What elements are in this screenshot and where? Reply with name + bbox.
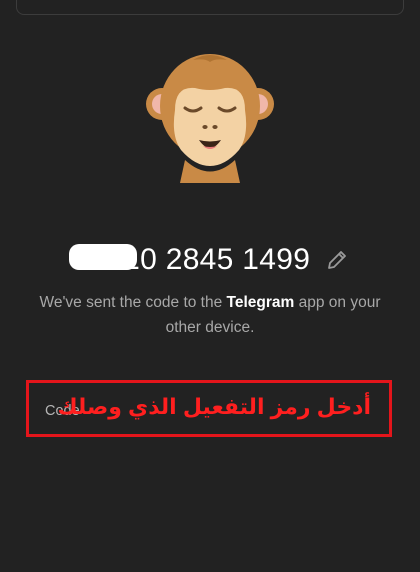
code-sent-message: We've sent the code to the Telegram app … (39, 294, 381, 336)
phone-redaction (69, 244, 138, 270)
phone-number-row: +2010 2845 1499 (0, 240, 420, 280)
code-instruction-annotation: أدخل رمز التفعيل الذي وصلك (57, 394, 371, 419)
monkey-eyes-closed-icon (146, 54, 274, 183)
app-name: Telegram (226, 294, 295, 311)
top-sheet-edge (16, 0, 404, 15)
code-input-field[interactable]: Code أدخل رمز التفعيل الذي وصلك (26, 380, 392, 437)
pencil-icon[interactable] (325, 248, 349, 272)
phone-number: +2010 2845 1499 (69, 243, 311, 276)
